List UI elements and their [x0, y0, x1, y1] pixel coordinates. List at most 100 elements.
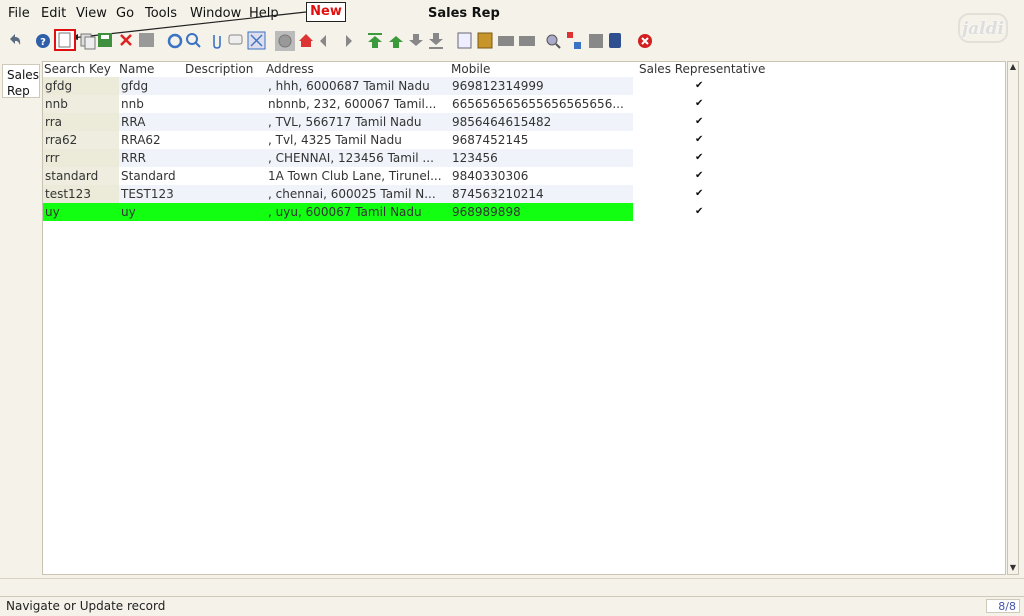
cell-mobile[interactable]: 9856464615482	[450, 113, 633, 131]
column-header-address[interactable]: Address	[266, 62, 314, 76]
cell-search-key[interactable]: standard	[43, 167, 119, 185]
cell-search-key[interactable]: nnb	[43, 95, 119, 113]
delete-icon[interactable]	[120, 34, 132, 46]
cell-name[interactable]: RRR	[119, 149, 185, 167]
cell-description[interactable]	[185, 167, 266, 185]
menu-view[interactable]: View	[76, 6, 107, 21]
copy-record-icon[interactable]	[80, 33, 96, 50]
column-header-name[interactable]: Name	[119, 62, 154, 76]
refresh-icon[interactable]	[167, 33, 183, 49]
last-record-icon[interactable]	[429, 33, 443, 49]
cell-address[interactable]: , TVL, 566717 Tamil Nadu	[266, 113, 450, 131]
cell-address[interactable]: , chennai, 600025 Tamil N...	[266, 185, 450, 203]
cell-mobile[interactable]: 665656565655656565656...	[450, 95, 633, 113]
sales-rep-checkbox[interactable]: ✔	[695, 81, 705, 91]
next-record-icon[interactable]	[409, 34, 423, 46]
cell-address[interactable]: , uyu, 600067 Tamil Nadu	[266, 203, 450, 221]
cell-description[interactable]	[185, 185, 266, 203]
cell-name[interactable]: uy	[119, 203, 185, 221]
cell-description[interactable]	[185, 203, 266, 221]
column-header-mobile[interactable]: Mobile	[451, 62, 490, 76]
sales-rep-checkbox[interactable]: ✔	[695, 135, 705, 145]
zoom-across-icon[interactable]	[546, 34, 561, 49]
cell-address[interactable]: 1A Town Club Lane, Tirunel...	[266, 167, 450, 185]
workflow-icon[interactable]	[567, 32, 581, 49]
cell-name[interactable]: TEST123	[119, 185, 185, 203]
tab-sales-rep[interactable]: Sales Rep	[2, 64, 40, 98]
previous-record-icon[interactable]	[389, 36, 403, 48]
cell-address[interactable]: , Tvl, 4325 Tamil Nadu	[266, 131, 450, 149]
forward-icon[interactable]	[346, 35, 352, 47]
menu-file[interactable]: File	[8, 6, 30, 21]
scroll-up-icon[interactable]: ▲	[1009, 63, 1017, 71]
save-icon[interactable]	[98, 33, 112, 47]
cell-search-key[interactable]: test123	[43, 185, 119, 203]
cell-description[interactable]	[185, 77, 266, 95]
cell-name[interactable]: Standard	[119, 167, 185, 185]
column-header-sales-representative[interactable]: Sales Representative	[639, 62, 765, 76]
cell-mobile[interactable]: 968989898	[450, 203, 633, 221]
cell-mobile[interactable]: 969812314999	[450, 77, 633, 95]
delete-selection-icon[interactable]	[139, 33, 154, 47]
sales-rep-checkbox[interactable]: ✔	[695, 153, 705, 163]
cell-search-key[interactable]: rra	[43, 113, 119, 131]
history-icon[interactable]	[275, 31, 295, 51]
table-row[interactable]: standard Standard 1A Town Club Lane, Tirun…	[43, 167, 1005, 185]
column-header-search-key[interactable]: Search Key	[44, 62, 111, 76]
archive-icon[interactable]	[477, 32, 493, 49]
sales-rep-checkbox[interactable]: ✔	[695, 117, 705, 127]
cell-description[interactable]	[185, 113, 266, 131]
print-icon[interactable]	[519, 36, 535, 46]
new-record-icon[interactable]	[54, 29, 76, 51]
cell-search-key[interactable]: uy	[43, 203, 119, 221]
attachment-icon[interactable]	[213, 35, 221, 49]
table-row[interactable]: rra62 RRA62 , Tvl, 4325 Tamil Nadu 96874521…	[43, 131, 1005, 149]
cell-name[interactable]: RRA	[119, 113, 185, 131]
grid-toggle-icon[interactable]	[247, 31, 266, 50]
report-icon[interactable]	[457, 32, 472, 49]
first-record-icon[interactable]	[368, 33, 382, 48]
cell-search-key[interactable]: gfdg	[43, 77, 119, 95]
column-header-description[interactable]: Description	[185, 62, 253, 76]
table-row[interactable]: rrr RRR , CHENNAI, 123456 Tamil ... 123456 ✔	[43, 149, 1005, 167]
chat-icon[interactable]	[228, 34, 243, 45]
cell-mobile[interactable]: 9687452145	[450, 131, 633, 149]
cell-address[interactable]: , hhh, 6000687 Tamil Nadu	[266, 77, 450, 95]
scroll-down-icon[interactable]: ▼	[1009, 564, 1017, 572]
table-row[interactable]: rra RRA , TVL, 566717 Tamil Nadu 9856464615…	[43, 113, 1005, 131]
home-icon[interactable]	[299, 34, 313, 47]
menu-window[interactable]: Window	[190, 6, 241, 21]
print-preview-icon[interactable]	[498, 36, 514, 46]
help-icon[interactable]: ?	[36, 34, 50, 48]
back-icon[interactable]	[320, 35, 326, 47]
menu-edit[interactable]: Edit	[41, 6, 66, 21]
table-row[interactable]: gfdg gfdg , hhh, 6000687 Tamil Nadu 9698123…	[43, 77, 1005, 95]
cell-description[interactable]	[185, 95, 266, 113]
cell-mobile[interactable]: 123456	[450, 149, 633, 167]
cell-search-key[interactable]: rra62	[43, 131, 119, 149]
cell-description[interactable]	[185, 131, 266, 149]
close-window-icon[interactable]	[638, 34, 652, 48]
sales-rep-checkbox[interactable]: ✔	[695, 171, 705, 181]
menu-help[interactable]: Help	[249, 6, 279, 21]
cell-address[interactable]: , CHENNAI, 123456 Tamil ...	[266, 149, 450, 167]
product-info-icon[interactable]	[609, 33, 621, 48]
request-icon[interactable]	[589, 34, 603, 48]
vertical-scrollbar[interactable]: ▲ ▼	[1007, 61, 1019, 575]
cell-search-key[interactable]: rrr	[43, 149, 119, 167]
menu-tools[interactable]: Tools	[145, 6, 177, 21]
find-icon[interactable]	[186, 33, 201, 48]
sales-rep-checkbox[interactable]: ✔	[695, 189, 705, 199]
sales-rep-checkbox[interactable]: ✔	[695, 207, 705, 217]
cell-name[interactable]: gfdg	[119, 77, 185, 95]
undo-icon[interactable]	[10, 34, 21, 45]
sales-rep-checkbox[interactable]: ✔	[695, 99, 705, 109]
cell-name[interactable]: RRA62	[119, 131, 185, 149]
cell-description[interactable]	[185, 149, 266, 167]
table-row[interactable]: test123 TEST123 , chennai, 600025 Tamil N.…	[43, 185, 1005, 203]
table-row[interactable]: nnb nnb nbnnb, 232, 600067 Tamil... 6656565…	[43, 95, 1005, 113]
cell-mobile[interactable]: 874563210214	[450, 185, 633, 203]
cell-mobile[interactable]: 9840330306	[450, 167, 633, 185]
cell-address[interactable]: nbnnb, 232, 600067 Tamil...	[266, 95, 450, 113]
table-row[interactable]: uy uy , uyu, 600067 Tamil Nadu 968989898 ✔	[43, 203, 1005, 221]
